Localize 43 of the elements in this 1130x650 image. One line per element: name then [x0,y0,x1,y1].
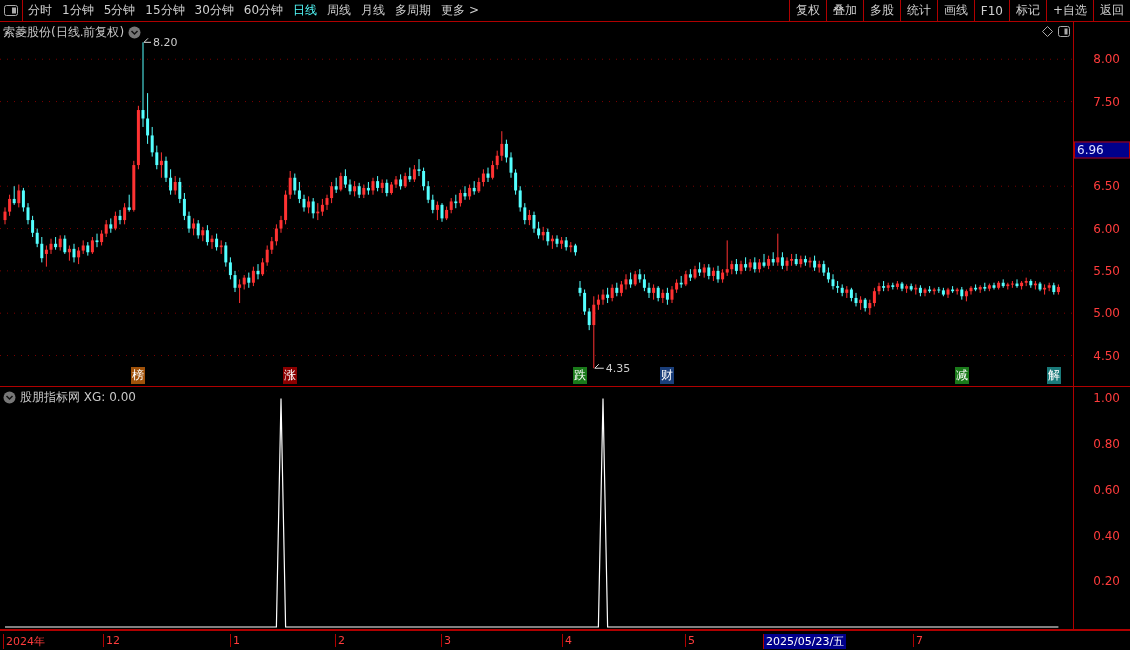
axis-label: 0.80 [1093,437,1120,452]
date-label: 5 [685,634,697,647]
date-label: 2 [335,634,347,647]
period-tab[interactable]: 5分钟 [98,0,141,21]
axis-label: 7.50 [1093,94,1120,109]
event-tag[interactable]: 减 [954,367,969,384]
event-tag[interactable]: 解 [1046,367,1061,384]
axis-label: 6.50 [1093,179,1120,194]
date-label: 7 [913,634,925,647]
date-label: 3 [441,634,453,647]
date-label: 12 [103,634,122,647]
date-label: 2025/05/23/五 [763,634,847,649]
event-tag[interactable]: 榜 [131,367,146,384]
event-tag[interactable]: 跌 [573,367,587,384]
date-label: 2024年 [3,634,47,649]
period-tab[interactable]: 分时 [23,0,57,21]
period-tab[interactable]: 更多 > [436,0,484,21]
event-tag[interactable]: 财 [660,367,675,384]
event-tag[interactable]: 涨 [283,367,298,384]
period-tab[interactable]: 多周期 [390,0,437,21]
low-price-label: 4.35 [605,362,631,376]
high-price-label: 8.20 [153,36,178,50]
axis-label: 5.50 [1093,263,1120,278]
axis-label: 0.40 [1093,528,1120,543]
axis-label: 0.60 [1093,482,1120,497]
price-tag: 6.96 [1074,141,1130,159]
axis-label: 5.00 [1093,306,1120,321]
axis-label: 0.20 [1093,574,1120,589]
period-tab[interactable]: 日线 [288,0,323,21]
axis-label: 8.00 [1093,52,1120,67]
stock-title: 索菱股份(日线.前复权) [3,24,125,41]
period-tab[interactable]: 月线 [356,0,391,21]
period-tab[interactable]: 60分钟 [238,0,289,21]
date-label: 1 [230,634,242,647]
period-tab[interactable]: 30分钟 [189,0,239,21]
period-tab[interactable]: 15分钟 [140,0,190,21]
indicator-title: 股朋指标网 XG: 0.00 [20,389,136,406]
axis-label: 4.50 [1093,348,1120,363]
axis-label: 1.00 [1093,391,1120,406]
period-tab[interactable]: 1分钟 [57,0,99,21]
period-tab[interactable]: 周线 [322,0,357,21]
axis-label: 6.00 [1093,221,1120,236]
date-label: 4 [562,634,574,647]
